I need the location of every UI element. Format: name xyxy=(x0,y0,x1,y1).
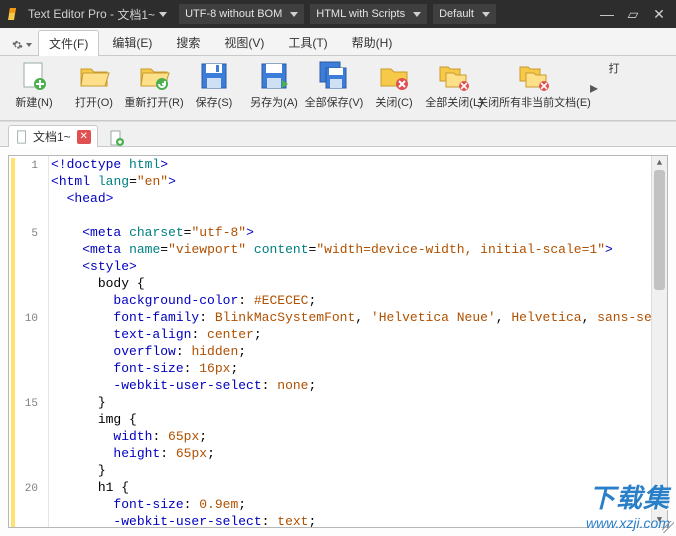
language-combo[interactable]: HTML with Scripts xyxy=(310,4,427,24)
language-value: HTML with Scripts xyxy=(316,8,405,20)
code-editor[interactable]: 1510152025 <!doctype html><html lang="en… xyxy=(8,155,668,528)
code-line[interactable]: } xyxy=(49,462,651,479)
closeall-button[interactable]: 全部关闭(L) xyxy=(426,60,482,110)
folder-reopen-icon xyxy=(138,60,170,92)
code-line[interactable]: <!doctype html> xyxy=(49,156,651,173)
doc-tab-label: 文档1~ xyxy=(33,128,71,145)
theme-value: Default xyxy=(439,8,474,20)
code-line[interactable]: -webkit-user-select: none; xyxy=(49,377,651,394)
maximize-button[interactable]: ▱ xyxy=(620,0,646,28)
close-doc-button[interactable]: 关闭(C) xyxy=(366,60,422,110)
title-dropdown-icon[interactable] xyxy=(159,12,167,17)
code-line[interactable]: background-color: #ECECEC; xyxy=(49,292,651,309)
code-line[interactable]: <head> xyxy=(49,190,651,207)
ribbon: 新建(N) 打开(O) 重新打开(R) 保存(S) 另存为(A) 全部保存(V)… xyxy=(0,56,676,120)
folder-close-icon xyxy=(378,60,410,92)
scroll-thumb[interactable] xyxy=(654,170,665,290)
new-doc-icon[interactable] xyxy=(108,130,124,146)
close-button[interactable]: ✕ xyxy=(646,0,672,28)
vertical-scrollbar[interactable]: ▲ ▼ xyxy=(651,156,667,527)
tab-edit[interactable]: 编辑(E) xyxy=(101,29,163,55)
file-new-icon xyxy=(18,60,50,92)
code-line[interactable]: overflow: hidden; xyxy=(49,343,651,360)
change-strip xyxy=(11,158,15,528)
code-line[interactable]: text-align: center; xyxy=(49,326,651,343)
saveas-button[interactable]: 另存为(A) xyxy=(246,60,302,110)
floppy-saveall-icon xyxy=(318,60,350,92)
code-line[interactable]: <meta name="viewport" content="width=dev… xyxy=(49,241,651,258)
code-line[interactable]: font-size: 0.9em; xyxy=(49,496,651,513)
code-line[interactable]: <html lang="en"> xyxy=(49,173,651,190)
tab-file[interactable]: 文件(F) xyxy=(38,30,99,56)
app-title: Text Editor Pro xyxy=(28,7,107,21)
ribbon-more-button[interactable]: 打 xyxy=(602,60,626,76)
scroll-up-icon[interactable]: ▲ xyxy=(652,156,667,170)
code-line[interactable]: width: 65px; xyxy=(49,428,651,445)
closeothers-button[interactable]: 关闭所有非当前文档(E) xyxy=(486,60,582,110)
encoding-combo[interactable]: UTF-8 without BOM xyxy=(179,4,304,24)
reopen-button[interactable]: 重新打开(R) xyxy=(126,60,182,110)
code-line[interactable]: font-size: 16px; xyxy=(49,360,651,377)
gutter: 1510152025 xyxy=(9,156,49,527)
chevron-down-icon xyxy=(413,12,421,17)
folder-closeall-icon xyxy=(438,60,470,92)
editor-wrap: 1510152025 <!doctype html><html lang="en… xyxy=(0,147,676,536)
code-line[interactable]: <style> xyxy=(49,258,651,275)
new-button[interactable]: 新建(N) xyxy=(6,60,62,110)
folder-closeothers-icon xyxy=(518,60,550,92)
resize-grip-icon[interactable] xyxy=(662,521,674,533)
tab-view[interactable]: 视图(V) xyxy=(213,29,275,55)
title-sep: - xyxy=(107,7,118,21)
chevron-down-icon xyxy=(482,12,490,17)
menu-tabs: 文件(F) 编辑(E) 搜索 视图(V) 工具(T) 帮助(H) xyxy=(0,28,676,56)
code-line[interactable]: font-family: BlinkMacSystemFont, 'Helvet… xyxy=(49,309,651,326)
code-line[interactable]: img { xyxy=(49,411,651,428)
saveall-button[interactable]: 全部保存(V) xyxy=(306,60,362,110)
save-button[interactable]: 保存(S) xyxy=(186,60,242,110)
close-tab-icon[interactable]: ✕ xyxy=(77,130,91,144)
floppy-save-icon xyxy=(198,60,230,92)
code-line[interactable]: h1 { xyxy=(49,479,651,496)
floppy-saveas-icon xyxy=(258,60,290,92)
file-icon xyxy=(15,130,29,144)
tab-search[interactable]: 搜索 xyxy=(165,29,211,55)
code-line[interactable]: } xyxy=(49,394,651,411)
code-line[interactable]: height: 65px; xyxy=(49,445,651,462)
code-area[interactable]: <!doctype html><html lang="en"> <head> <… xyxy=(49,156,651,527)
doc-title: 文档1~ xyxy=(117,6,155,23)
code-line[interactable]: body { xyxy=(49,275,651,292)
minimize-button[interactable]: — xyxy=(594,0,620,28)
tab-help[interactable]: 帮助(H) xyxy=(341,29,404,55)
folder-open-icon xyxy=(78,60,110,92)
toolbar-area: 文件(F) 编辑(E) 搜索 视图(V) 工具(T) 帮助(H) 新建(N) 打… xyxy=(0,28,676,121)
app-icon xyxy=(6,6,22,22)
tab-tools[interactable]: 工具(T) xyxy=(277,29,338,55)
settings-gear-button[interactable] xyxy=(12,35,32,55)
titlebar: Text Editor Pro - 文档1~ UTF-8 without BOM… xyxy=(0,0,676,28)
code-line[interactable] xyxy=(49,207,651,224)
ribbon-overflow-icon[interactable]: ▸ xyxy=(586,78,602,98)
encoding-value: UTF-8 without BOM xyxy=(185,8,282,20)
code-line[interactable]: <meta charset="utf-8"> xyxy=(49,224,651,241)
open-button[interactable]: 打开(O) xyxy=(66,60,122,110)
theme-combo[interactable]: Default xyxy=(433,4,496,24)
doc-tab-1[interactable]: 文档1~ ✕ xyxy=(8,125,98,147)
doc-tabs: 文档1~ ✕ xyxy=(0,121,676,147)
chevron-down-icon xyxy=(290,12,298,17)
code-line[interactable]: -webkit-user-select: text; xyxy=(49,513,651,527)
